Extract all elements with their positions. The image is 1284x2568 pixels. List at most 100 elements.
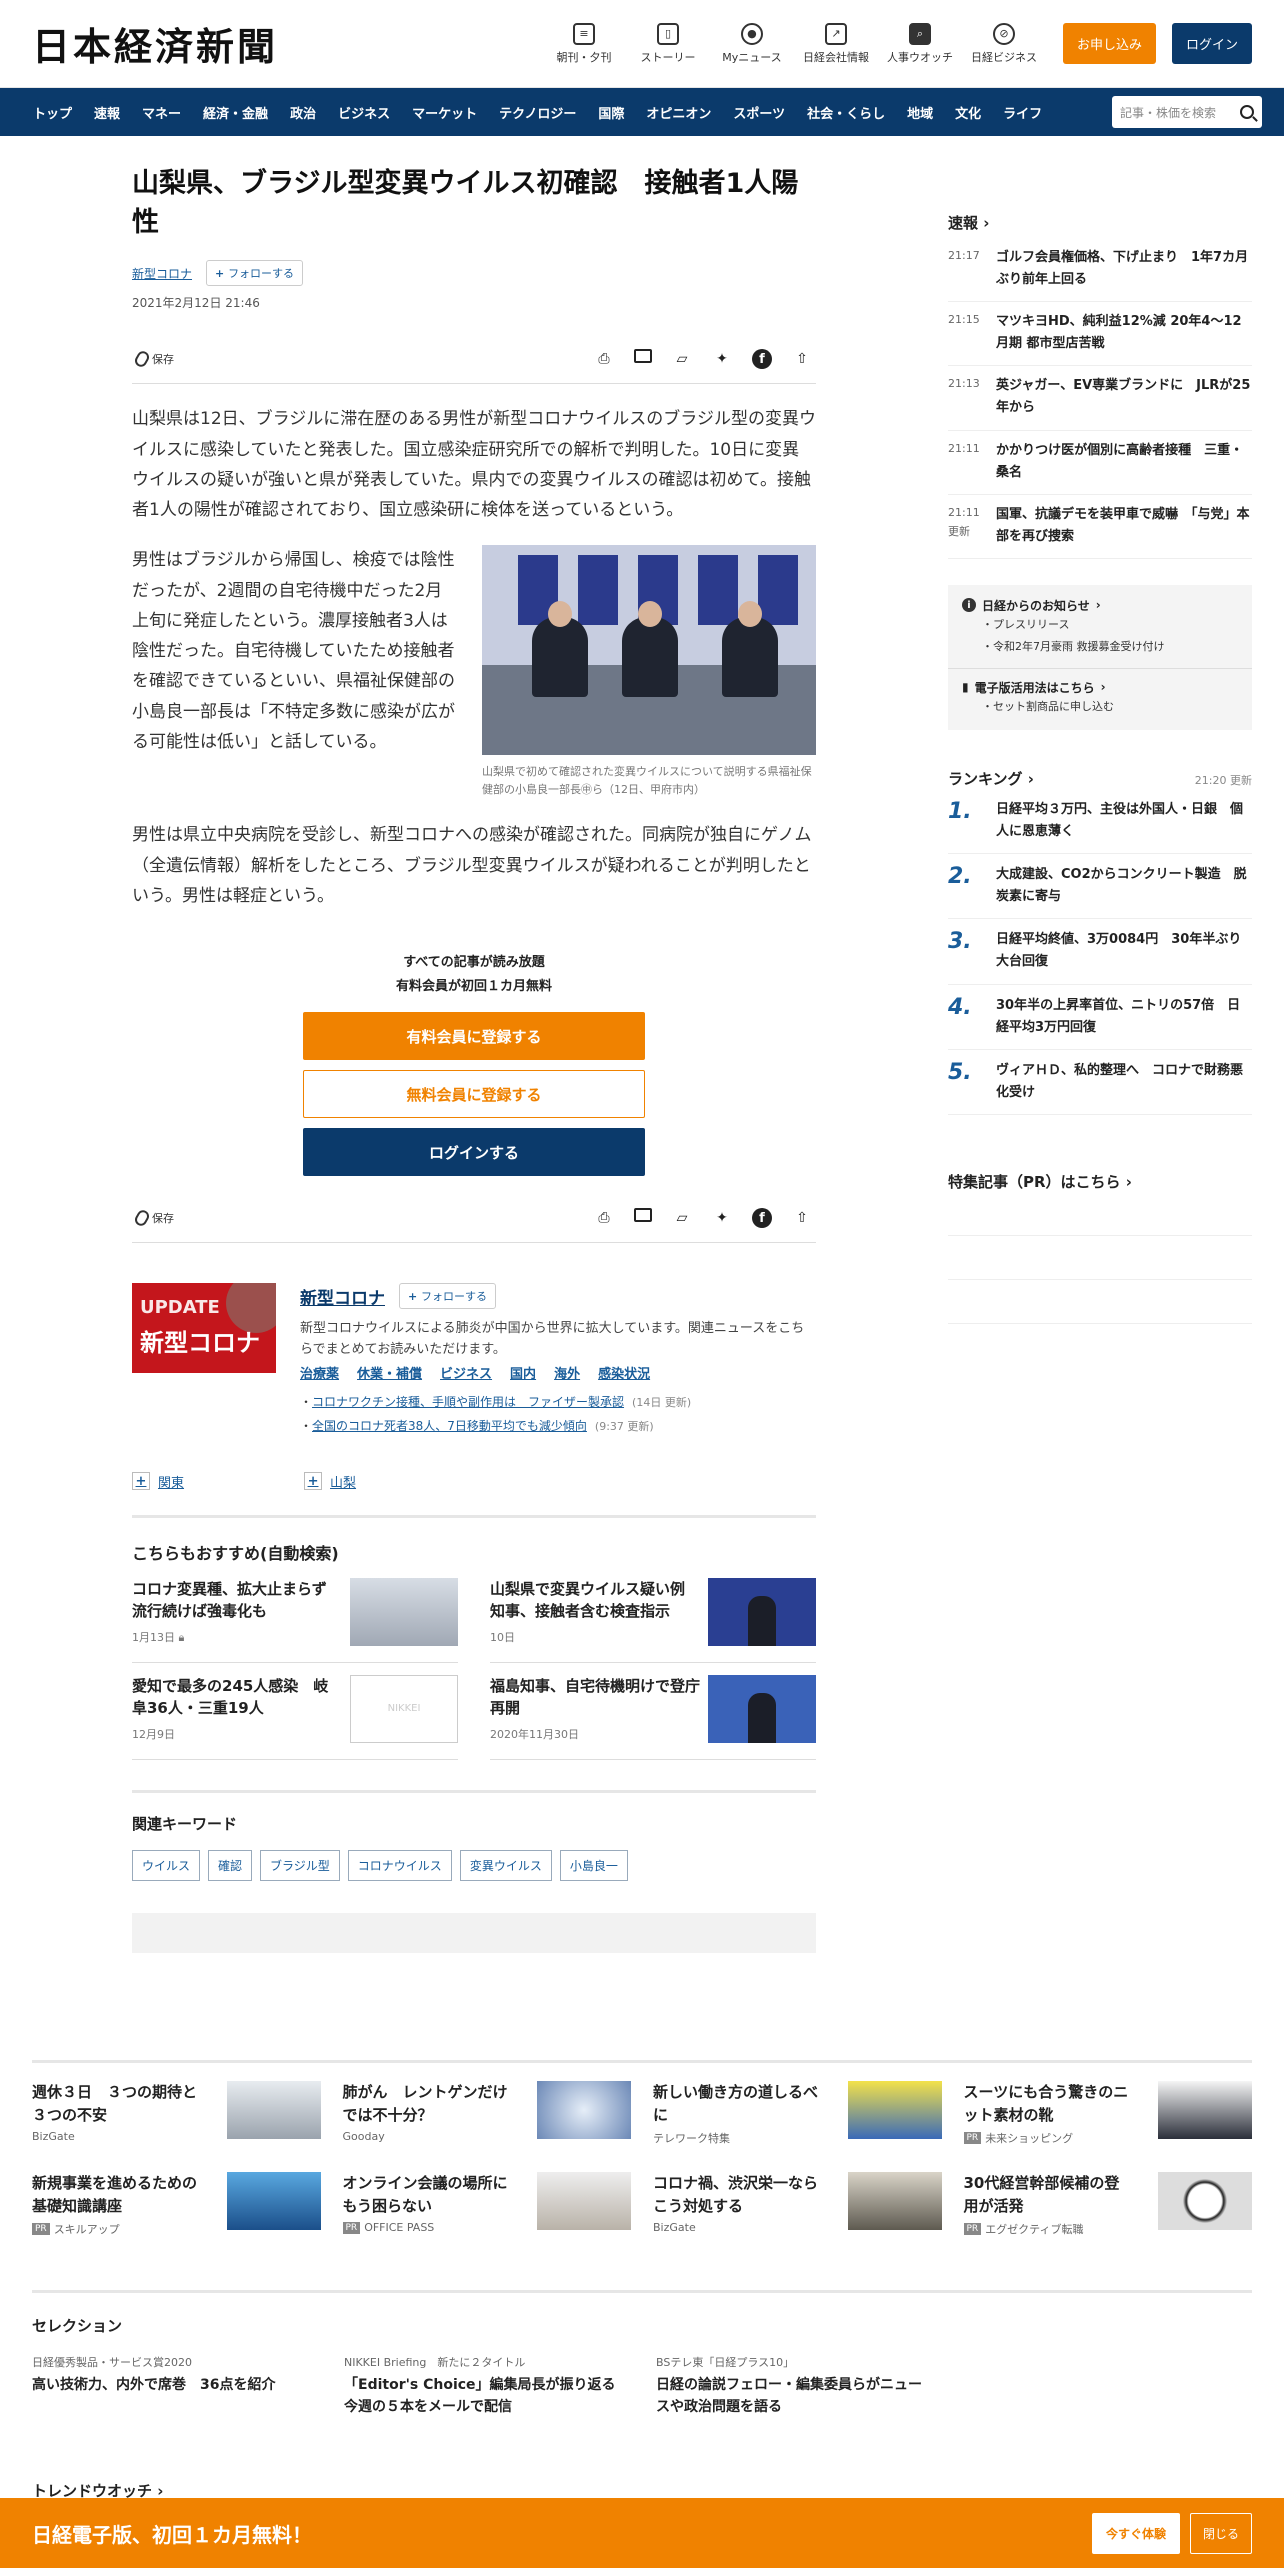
print-icon[interactable]: ⎙ <box>594 349 614 369</box>
topic-name-link[interactable]: 新型コロナ <box>300 1284 385 1309</box>
recommend-item[interactable]: 山梨県で変異ウイルス疑い例 知事、接触者含む検査指示 10日 <box>490 1577 816 1663</box>
ranking-title[interactable]: ランキング <box>948 768 1034 789</box>
sponsored-item[interactable]: 肺がん レントゲンだけでは不十分？ Gooday <box>343 2081 631 2146</box>
region-link-kanto[interactable]: + 関東 <box>132 1472 184 1491</box>
flash-news-title[interactable]: 速報 <box>948 212 1252 233</box>
nav-item-culture[interactable]: 文化 <box>944 103 992 122</box>
save-button[interactable]: 保存 <box>132 349 174 370</box>
press-conference-photo[interactable] <box>482 545 816 756</box>
keyword-chip[interactable]: コロナウイルス <box>347 1849 452 1881</box>
topic-link[interactable]: 新型コロナ <box>132 265 192 282</box>
follow-button[interactable]: フォローする <box>206 260 304 287</box>
nav-item-business[interactable]: ビジネス <box>327 103 401 122</box>
notice-item[interactable]: 令和2年7月豪雨 救援募金受け付け <box>982 636 1238 658</box>
topic-image[interactable]: UPDATE 新型コロナ <box>132 1283 276 1373</box>
flash-news-item[interactable]: 21:15 マツキヨHD、純利益12%減 20年4～12月期 都市型店苦戦 <box>948 302 1252 367</box>
facebook-icon[interactable]: f <box>752 1208 772 1228</box>
recommend-item[interactable]: コロナ変異種、拡大止まらず 流行続けば強毒化も 1月13日 🔒︎ <box>132 1577 458 1663</box>
apply-button[interactable]: お申し込み <box>1062 23 1156 64</box>
header-link-business[interactable]: ⊘ 日経ビジネス <box>965 22 1043 65</box>
sponsored-item[interactable]: 30代経営幹部候補の登用が活発 PR エグゼクティブ転職 <box>963 2172 1252 2237</box>
login-button[interactable]: ログイン <box>1171 23 1252 64</box>
topic-tag[interactable]: 感染状況 <box>598 1363 650 1382</box>
sponsored-item[interactable]: 新しい働き方の道しるべに テレワーク特集 <box>653 2081 942 2146</box>
print-icon[interactable]: ⎙ <box>594 1208 614 1228</box>
header-link-paper[interactable]: ≡ 朝刊・夕刊 <box>545 22 623 65</box>
keyword-chip[interactable]: ウイルス <box>132 1849 201 1881</box>
flash-news-item[interactable]: 21:17 ゴルフ会員権価格、下げ止まり 1年7カ月ぶり前年上回る <box>948 247 1252 303</box>
nav-item-market[interactable]: マーケット <box>401 103 488 122</box>
nav-item-society[interactable]: 社会・くらし <box>796 103 896 122</box>
share-icon[interactable]: ⇧ <box>792 1208 812 1228</box>
nav-item-money[interactable]: マネー <box>131 103 192 122</box>
mail-icon[interactable] <box>634 1208 652 1222</box>
topic-tag[interactable]: ビジネス <box>440 1363 492 1382</box>
notice-item[interactable]: セット割商品に申し込む <box>982 696 1238 718</box>
ranking-item[interactable]: 2. 大成建設、CO2からコンクリート製造 脱炭素に寄与 <box>948 854 1252 920</box>
selection-item[interactable]: 日経優秀製品・サービス賞2020 高い技術力、内外で席巻 36点を紹介 <box>32 2354 304 2419</box>
header-link-jinji[interactable]: ⌕ 人事ウオッチ <box>881 22 959 65</box>
header-link-mynews[interactable]: ● Myニュース <box>713 22 791 65</box>
sponsored-item[interactable]: 週休３日 ３つの期待と３つの不安 BizGate <box>32 2081 321 2146</box>
keyword-chip[interactable]: 確認 <box>208 1849 253 1881</box>
header-link-story[interactable]: ▯ ストーリー <box>629 22 707 65</box>
ranking-item[interactable]: 1. 日経平均３万円、主役は外国人・日銀 個人に恩恵薄く <box>948 789 1252 855</box>
flash-news-item[interactable]: 21:13 英ジャガー、EV専業ブランドに JLRが25年から <box>948 366 1252 431</box>
twitter-icon[interactable]: ✦ <box>712 349 732 369</box>
keyword-chip[interactable]: 小島良一 <box>559 1849 628 1881</box>
topic-tag[interactable]: 海外 <box>554 1363 580 1382</box>
header-link-company[interactable]: ↗ 日経会社情報 <box>797 22 875 65</box>
nav-item-world[interactable]: 国際 <box>587 103 635 122</box>
flash-news-item[interactable]: 21:11 かかりつけ医が個別に高齢者接種 三重・桑名 <box>948 431 1252 495</box>
recommend-item[interactable]: 福島知事、自宅待機明けで登庁再開 2020年11月30日 <box>490 1663 816 1760</box>
paid-register-button[interactable]: 有料会員に登録する <box>303 1012 645 1060</box>
keyword-chip[interactable]: 変異ウイルス <box>459 1849 552 1881</box>
mail-icon[interactable] <box>634 349 652 364</box>
site-logo[interactable]: 日本経済新聞 <box>32 16 278 71</box>
recommend-item[interactable]: 愛知で最多の245人感染 岐阜36人・三重19人 12月9日 NIKKEI <box>132 1663 458 1760</box>
pr-title[interactable]: 特集記事（PR）はこちら <box>948 1171 1252 1192</box>
paywall-login-button[interactable]: ログインする <box>303 1128 645 1176</box>
notice-title[interactable]: i 日経からのお知らせ › <box>962 597 1238 614</box>
twitter-icon[interactable]: ✦ <box>712 1208 732 1228</box>
selection-item[interactable]: NIKKEI Briefing 新たに２タイトル 「Editor's Choice… <box>344 2354 616 2419</box>
facebook-icon[interactable]: f <box>752 349 772 370</box>
nav-item-top[interactable]: トップ <box>22 103 83 122</box>
nav-item-region[interactable]: 地域 <box>896 103 944 122</box>
nav-item-flash[interactable]: 速報 <box>83 103 131 122</box>
nav-item-tech[interactable]: テクノロジー <box>488 103 587 122</box>
topic-follow-button[interactable]: フォローする <box>399 1283 497 1309</box>
ranking-item[interactable]: 4. 30年半の上昇率首位、ニトリの57倍 日経平均3万円回復 <box>948 985 1252 1050</box>
nav-item-opinion[interactable]: オピニオン <box>635 103 722 122</box>
ebook-title[interactable]: ▮ 電子版活用法はこちら › <box>962 679 1238 696</box>
ranking-item[interactable]: 3. 日経平均終値、3万0084円 30年半ぶり大台回復 <box>948 919 1252 985</box>
search-icon[interactable] <box>1240 105 1254 119</box>
sponsored-item[interactable]: コロナ禍、渋沢栄一ならこう対処する BizGate <box>653 2172 942 2237</box>
nav-item-sports[interactable]: スポーツ <box>722 103 796 122</box>
topic-news-link[interactable]: 全国のコロナ死者38人、7日移動平均でも減少傾向 <box>312 1419 587 1433</box>
keyword-chip[interactable]: ブラジル型 <box>260 1849 340 1881</box>
topic-tag[interactable]: 休業・補償 <box>357 1363 422 1382</box>
topic-news-link[interactable]: コロナワクチン接種、手順や副作用は ファイザー製承認 <box>312 1395 624 1409</box>
copy-link-icon[interactable]: ▱ <box>672 349 692 369</box>
sponsored-item[interactable]: 新規事業を進めるための基礎知識講座 PR スキルアップ <box>32 2172 321 2237</box>
sponsored-item[interactable]: オンライン会議の場所にもう困らない PR OFFICE PASS <box>342 2172 631 2237</box>
copy-link-icon[interactable]: ▱ <box>672 1208 692 1228</box>
nav-item-economy[interactable]: 経済・金融 <box>192 103 279 122</box>
search-input[interactable]: 記事・株価を検索 <box>1112 96 1262 128</box>
close-banner-button[interactable]: 閉じる <box>1189 2512 1252 2554</box>
nav-item-life[interactable]: ライフ <box>992 103 1053 122</box>
topic-tag[interactable]: 治療薬 <box>300 1363 339 1382</box>
free-register-button[interactable]: 無料会員に登録する <box>303 1070 645 1118</box>
nav-item-politics[interactable]: 政治 <box>279 103 327 122</box>
try-now-button[interactable]: 今すぐ体験 <box>1091 2512 1180 2554</box>
region-link-yamanashi[interactable]: + 山梨 <box>304 1472 356 1491</box>
save-button[interactable]: 保存 <box>132 1208 174 1228</box>
share-icon[interactable]: ⇧ <box>792 349 812 369</box>
selection-item[interactable]: BSテレ東「日経プラス10」 日経の論説フェロー・編集委員らがニュースや政治問題を… <box>656 2354 928 2419</box>
ranking-item[interactable]: 5. ヴィアＨＤ、私的整理へ コロナで財務悪化受け <box>948 1050 1252 1115</box>
flash-news-item[interactable]: 21:11 更新 国軍、抗議デモを装甲車で威嚇 「与党」本部を再び捜索 <box>948 495 1252 559</box>
sponsored-item[interactable]: スーツにも合う驚きのニット素材の靴 PR 未来ショッピング <box>963 2081 1252 2146</box>
notice-item[interactable]: プレスリリース <box>982 614 1238 636</box>
topic-tag[interactable]: 国内 <box>510 1363 536 1382</box>
